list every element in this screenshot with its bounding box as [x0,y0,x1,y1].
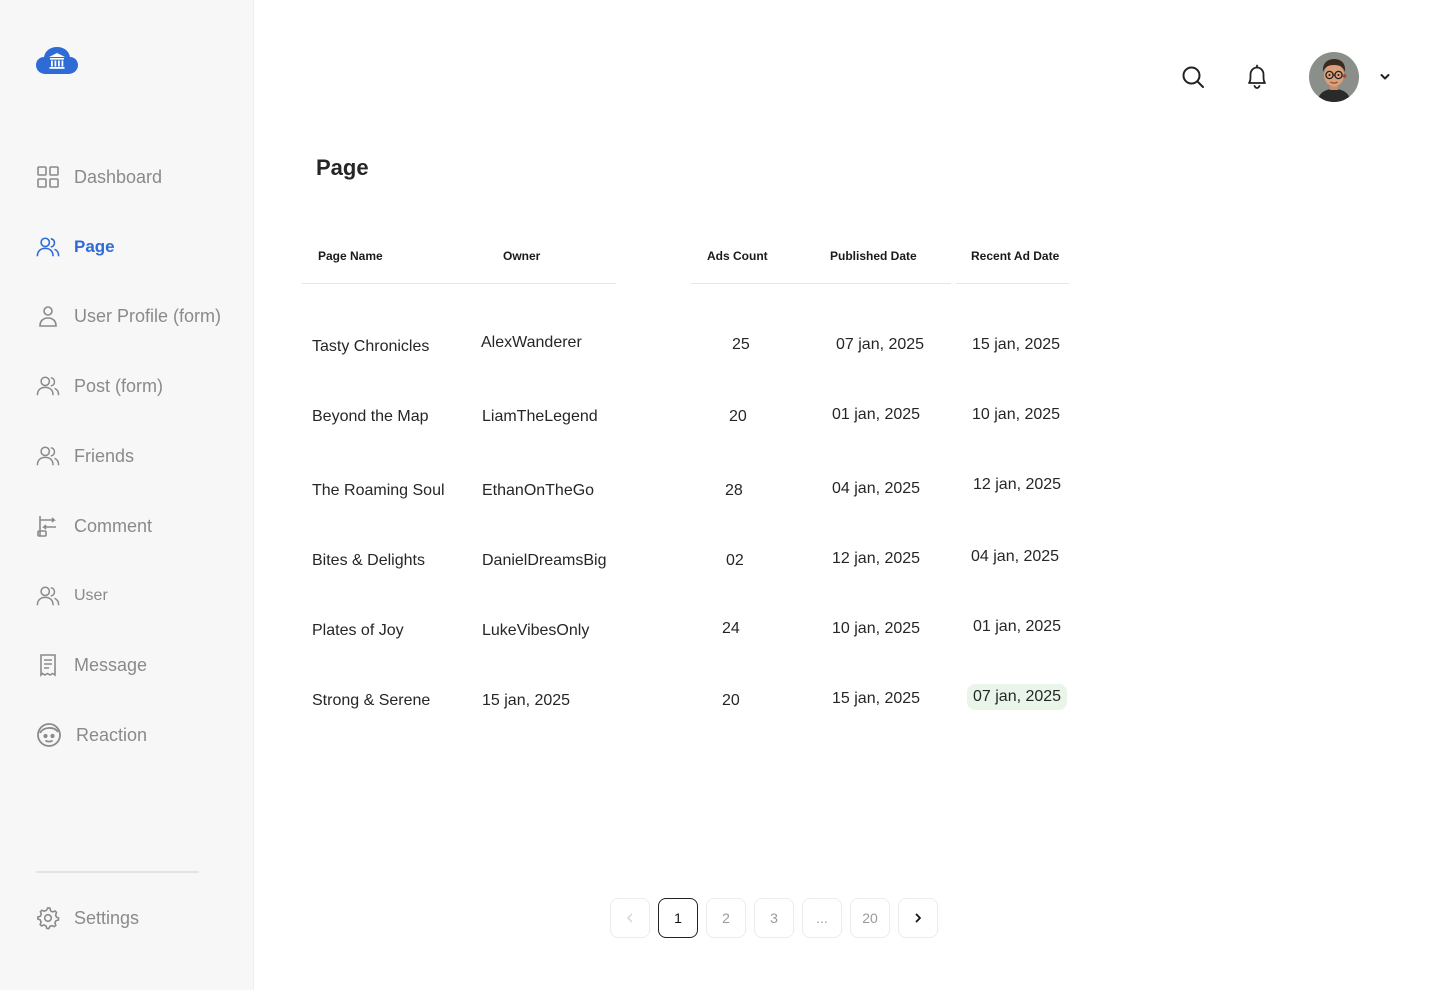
sidebar-item-settings[interactable]: Settings [36,906,139,930]
prev-page-button[interactable] [610,898,650,938]
sidebar-item-label: Reaction [76,724,148,745]
sidebar-item-page[interactable]: Page [36,235,115,259]
sidebar: Dashboard Page User Profile (form) Post … [0,0,254,990]
face-icon [36,722,62,748]
cell-owner: DanielDreamsBig [482,552,607,569]
bell-icon[interactable] [1243,63,1271,91]
cell-published-date: 07 jan, 2025 [836,336,925,353]
header-divider [691,283,951,284]
cell-recent-ad-date-highlighted: 07 jan, 2025 [967,684,1068,710]
page-title: Page [316,155,369,180]
cell-page-name: Strong & Serene [312,692,431,709]
page-button-20[interactable]: 20 [850,898,890,938]
page-button-3[interactable]: 3 [754,898,794,938]
gear-icon [36,906,60,930]
cell-published-date: 10 jan, 2025 [832,620,921,637]
cell-ads-count: 20 [729,408,747,425]
cell-owner: LiamTheLegend [482,408,598,425]
cell-page-name: Beyond the Map [312,408,429,425]
sidebar-item-dashboard[interactable]: Dashboard [36,165,162,189]
next-page-button[interactable] [898,898,938,938]
bank-cloud-logo[interactable] [35,44,79,78]
column-header-published-date[interactable]: Published Date [830,249,917,263]
sidebar-item-friends[interactable]: Friends [36,444,134,468]
chevron-down-icon[interactable] [1378,70,1392,84]
cell-ads-count: 24 [722,620,740,637]
comment-swap-icon [36,514,60,538]
sidebar-divider [36,871,199,873]
cell-page-name: Bites & Delights [312,552,425,569]
search-icon[interactable] [1179,63,1207,91]
sidebar-item-reaction[interactable]: Reaction [36,722,147,748]
cell-ads-count: 02 [726,552,744,569]
cell-ads-count: 20 [722,692,740,709]
cell-published-date: 12 jan, 2025 [832,550,921,567]
cell-owner: EthanOnTheGo [482,482,595,499]
cell-recent-ad-date: 12 jan, 2025 [973,476,1062,493]
sidebar-item-label: Settings [74,907,140,928]
users-icon [36,444,60,468]
sidebar-item-label: Friends [74,445,135,466]
cell-ads-count: 28 [725,482,743,499]
cell-page-name: Tasty Chronicles [312,338,430,355]
sidebar-item-label: User Profile (form) [74,305,222,326]
cell-published-date: 15 jan, 2025 [832,690,921,707]
grid-icon [36,165,60,189]
sidebar-item-user[interactable]: User [36,584,108,608]
column-header-owner[interactable]: Owner [503,249,540,263]
column-header-ads-count[interactable]: Ads Count [707,249,768,263]
sidebar-item-message[interactable]: Message [36,653,147,677]
cell-owner: 15 jan, 2025 [482,692,571,709]
sidebar-item-label: Message [74,654,148,675]
sidebar-item-comment[interactable]: Comment [36,514,152,538]
chevron-left-icon [627,913,633,923]
sidebar-item-label: Comment [74,515,153,536]
receipt-icon [36,653,60,677]
users-icon [36,374,60,398]
sidebar-item-user-profile[interactable]: User Profile (form) [36,304,221,328]
sidebar-item-label: Page [74,237,115,256]
chevron-right-icon [915,913,921,923]
sidebar-item-label: Dashboard [74,166,163,187]
cell-page-name: Plates of Joy [312,622,404,639]
header-divider [956,283,1069,284]
cell-recent-ad-date: 15 jan, 2025 [972,336,1061,353]
cell-page-name: The Roaming Soul [312,482,445,499]
header-divider [302,283,616,284]
page-button-1[interactable]: 1 [658,898,698,938]
cell-recent-ad-date: 01 jan, 2025 [973,618,1062,635]
cell-published-date: 01 jan, 2025 [832,406,921,423]
sidebar-item-post[interactable]: Post (form) [36,374,163,398]
page-button-2[interactable]: 2 [706,898,746,938]
sidebar-item-label: User [74,587,108,604]
avatar[interactable] [1309,52,1359,102]
column-header-page-name[interactable]: Page Name [318,249,383,263]
column-header-recent-ad-date[interactable]: Recent Ad Date [971,249,1059,263]
users-icon [36,235,60,259]
cell-recent-ad-date: 10 jan, 2025 [972,406,1061,423]
cell-recent-ad-date: 04 jan, 2025 [971,548,1060,565]
sidebar-item-label: Post (form) [74,375,164,396]
cell-published-date: 04 jan, 2025 [832,480,921,497]
users-icon [36,584,60,608]
cell-owner: AlexWanderer [481,334,582,351]
user-icon [36,304,60,328]
page-ellipsis: ... [802,898,842,938]
cell-ads-count: 25 [732,336,750,353]
cell-owner: LukeVibesOnly [482,622,590,639]
